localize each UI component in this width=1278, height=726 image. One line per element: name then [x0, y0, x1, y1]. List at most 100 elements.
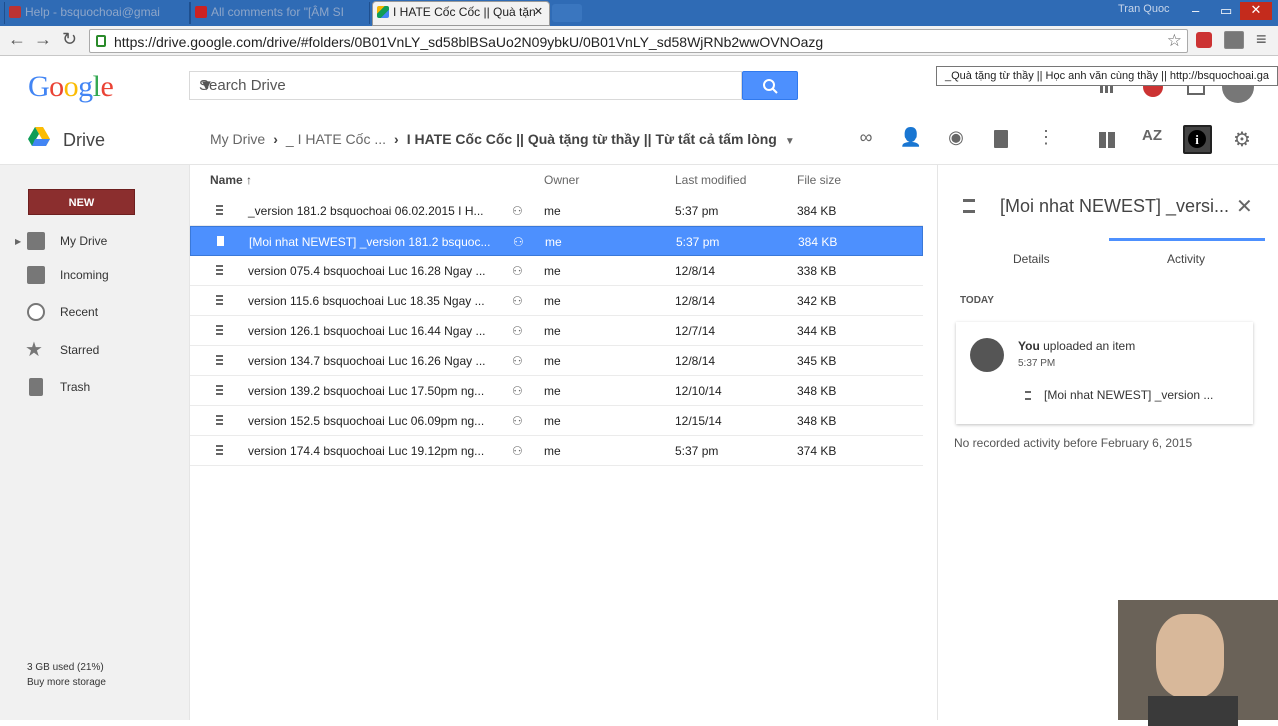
- search-input[interactable]: Search Drive ▼: [189, 71, 742, 100]
- shared-icon: ⚇: [513, 235, 524, 249]
- minimize-icon[interactable]: –: [1192, 3, 1199, 18]
- close-icon[interactable]: ✕: [1236, 194, 1253, 219]
- file-owner: me: [545, 235, 562, 249]
- activity-text: You uploaded an item: [1018, 339, 1135, 353]
- tooltip: _Quà tặng từ thầy || Học anh văn cùng th…: [936, 66, 1278, 86]
- new-button[interactable]: NEW: [28, 189, 135, 215]
- file-owner: me: [544, 414, 561, 428]
- file-size: 384 KB: [798, 235, 838, 249]
- file-name: _version 181.2 bsquochoai 06.02.2015 I H…: [248, 204, 484, 218]
- file-size: 345 KB: [797, 354, 837, 368]
- file-icon: [216, 355, 223, 365]
- file-owner: me: [544, 204, 561, 218]
- menu-icon[interactable]: ≡: [1256, 29, 1267, 50]
- file-owner: me: [544, 324, 561, 338]
- sidebar-item-label: My Drive: [60, 234, 108, 248]
- maximize-icon[interactable]: ▭: [1220, 3, 1232, 19]
- file-icon: [216, 325, 223, 335]
- sidebar-item-starred[interactable]: ★ Starred: [0, 335, 190, 365]
- tab-label: All comments for "[ÂM SI: [211, 5, 344, 19]
- avatar: [970, 338, 1004, 372]
- extension-icon[interactable]: [1196, 32, 1212, 48]
- table-row[interactable]: version 139.2 bsquochoai Luc 17.50pm ng.…: [190, 376, 923, 406]
- column-header-owner[interactable]: Owner: [544, 173, 579, 187]
- close-window-icon[interactable]: ✕: [1240, 2, 1272, 20]
- trash-icon: [29, 378, 43, 396]
- file-name: version 126.1 bsquochoai Luc 16.44 Ngay …: [248, 324, 486, 338]
- incoming-icon: [27, 266, 45, 284]
- breadcrumb: My Drive › _ I HATE Cốc ... › I HATE Cốc Cốc…: [210, 131, 795, 147]
- chevron-right-icon: ›: [273, 131, 278, 147]
- file-size: 338 KB: [797, 264, 837, 278]
- new-tab-button[interactable]: [552, 4, 582, 22]
- tab-activity[interactable]: Activity: [1167, 252, 1205, 266]
- app-title: Drive: [63, 130, 106, 150]
- extension-box-icon[interactable]: [1224, 31, 1244, 49]
- chevron-down-icon[interactable]: ▼: [785, 136, 795, 147]
- back-icon[interactable]: ←: [8, 29, 26, 50]
- grid-view-icon[interactable]: [1099, 132, 1115, 148]
- shared-icon: ⚇: [512, 414, 523, 428]
- browser-tab-1[interactable]: Help - bsquochoai@gmai: [4, 2, 190, 24]
- person-face: [1156, 614, 1224, 698]
- delete-icon[interactable]: [994, 130, 1008, 148]
- google-logo[interactable]: Google: [28, 70, 114, 104]
- file-icon: [216, 385, 223, 395]
- storage-used: 3 GB used (21%): [27, 662, 104, 673]
- table-row[interactable]: version 174.4 bsquochoai Luc 19.12pm ng.…: [190, 436, 923, 466]
- breadcrumb-item[interactable]: My Drive: [210, 131, 265, 147]
- link-icon[interactable]: ∞: [854, 127, 878, 151]
- table-row[interactable]: _version 181.2 bsquochoai 06.02.2015 I H…: [190, 196, 923, 226]
- breadcrumb-current[interactable]: I HATE Cốc Cốc || Quà tặng từ thầy || Từ…: [407, 131, 777, 147]
- sidebar-item-recent[interactable]: Recent: [0, 297, 190, 327]
- sidebar-item-label: Recent: [60, 305, 99, 319]
- add-person-icon[interactable]: 👤: [899, 127, 923, 151]
- url-text: https://drive.google.com/drive/#folders/…: [114, 34, 824, 50]
- file-name: version 152.5 bsquochoai Luc 06.09pm ng.…: [248, 414, 485, 428]
- table-row[interactable]: version 075.4 bsquochoai Luc 16.28 Ngay …: [190, 256, 923, 286]
- column-header-size[interactable]: File size: [797, 173, 841, 187]
- bookmark-star-icon[interactable]: ☆: [1167, 31, 1182, 51]
- browser-tab-2[interactable]: All comments for "[ÂM SI: [190, 2, 370, 24]
- sidebar-item-incoming[interactable]: Incoming: [0, 260, 190, 290]
- file-name: version 115.6 bsquochoai Luc 18.35 Ngay …: [248, 294, 485, 308]
- column-header-name[interactable]: Name ↑: [210, 173, 252, 187]
- sidebar-item-trash[interactable]: Trash: [0, 372, 190, 402]
- gmail-icon: [9, 6, 21, 18]
- svg-text:i: i: [1195, 132, 1199, 147]
- search-options-icon[interactable]: ▼: [199, 77, 736, 94]
- sort-az-icon[interactable]: AZ: [1140, 127, 1164, 151]
- tab-details[interactable]: Details: [1013, 252, 1050, 266]
- activity-card: You uploaded an item 5:37 PM [Moi nhat N…: [956, 322, 1253, 424]
- file-modified: 12/10/14: [675, 384, 722, 398]
- shared-icon: ⚇: [512, 264, 523, 278]
- shared-icon: ⚇: [512, 324, 523, 338]
- file-modified: 5:37 pm: [676, 235, 720, 249]
- reload-icon[interactable]: ↻: [62, 29, 77, 50]
- activity-file[interactable]: [Moi nhat NEWEST] _version ...: [1044, 388, 1213, 402]
- table-row[interactable]: version 126.1 bsquochoai Luc 16.44 Ngay …: [190, 316, 923, 346]
- file-icon: [216, 265, 223, 275]
- browser-tab-3[interactable]: I HATE Cốc Cốc || Quà tặn ✕: [372, 1, 550, 26]
- file-icon: [216, 445, 223, 455]
- file-modified: 12/8/14: [675, 354, 716, 368]
- table-row[interactable]: version 152.5 bsquochoai Luc 06.09pm ng.…: [190, 406, 923, 436]
- column-header-modified[interactable]: Last modified: [675, 173, 746, 187]
- more-options-icon[interactable]: ⋮: [1034, 127, 1058, 151]
- breadcrumb-item[interactable]: _ I HATE Cốc ...: [286, 131, 386, 147]
- table-row[interactable]: version 115.6 bsquochoai Luc 18.35 Ngay …: [190, 286, 923, 316]
- section-label: TODAY: [960, 295, 994, 306]
- details-toggle-button[interactable]: i: [1183, 125, 1212, 154]
- file-name: version 075.4 bsquochoai Luc 16.28 Ngay …: [248, 264, 486, 278]
- tab-close-icon[interactable]: ✕: [534, 2, 543, 23]
- forward-icon[interactable]: →: [34, 29, 52, 50]
- table-row[interactable]: [Moi nhat NEWEST] _version 181.2 bsquoc.…: [190, 226, 923, 256]
- sidebar-item-my-drive[interactable]: My Drive: [0, 226, 190, 256]
- search-button[interactable]: [742, 71, 798, 100]
- table-row[interactable]: version 134.7 bsquochoai Luc 16.26 Ngay …: [190, 346, 923, 376]
- settings-gear-icon[interactable]: ⚙: [1230, 127, 1254, 151]
- address-bar[interactable]: https://drive.google.com/drive/#folders/…: [89, 29, 1188, 53]
- file-modified: 12/15/14: [675, 414, 722, 428]
- preview-eye-icon[interactable]: ◉: [944, 127, 968, 151]
- buy-storage-link[interactable]: Buy more storage: [27, 675, 106, 690]
